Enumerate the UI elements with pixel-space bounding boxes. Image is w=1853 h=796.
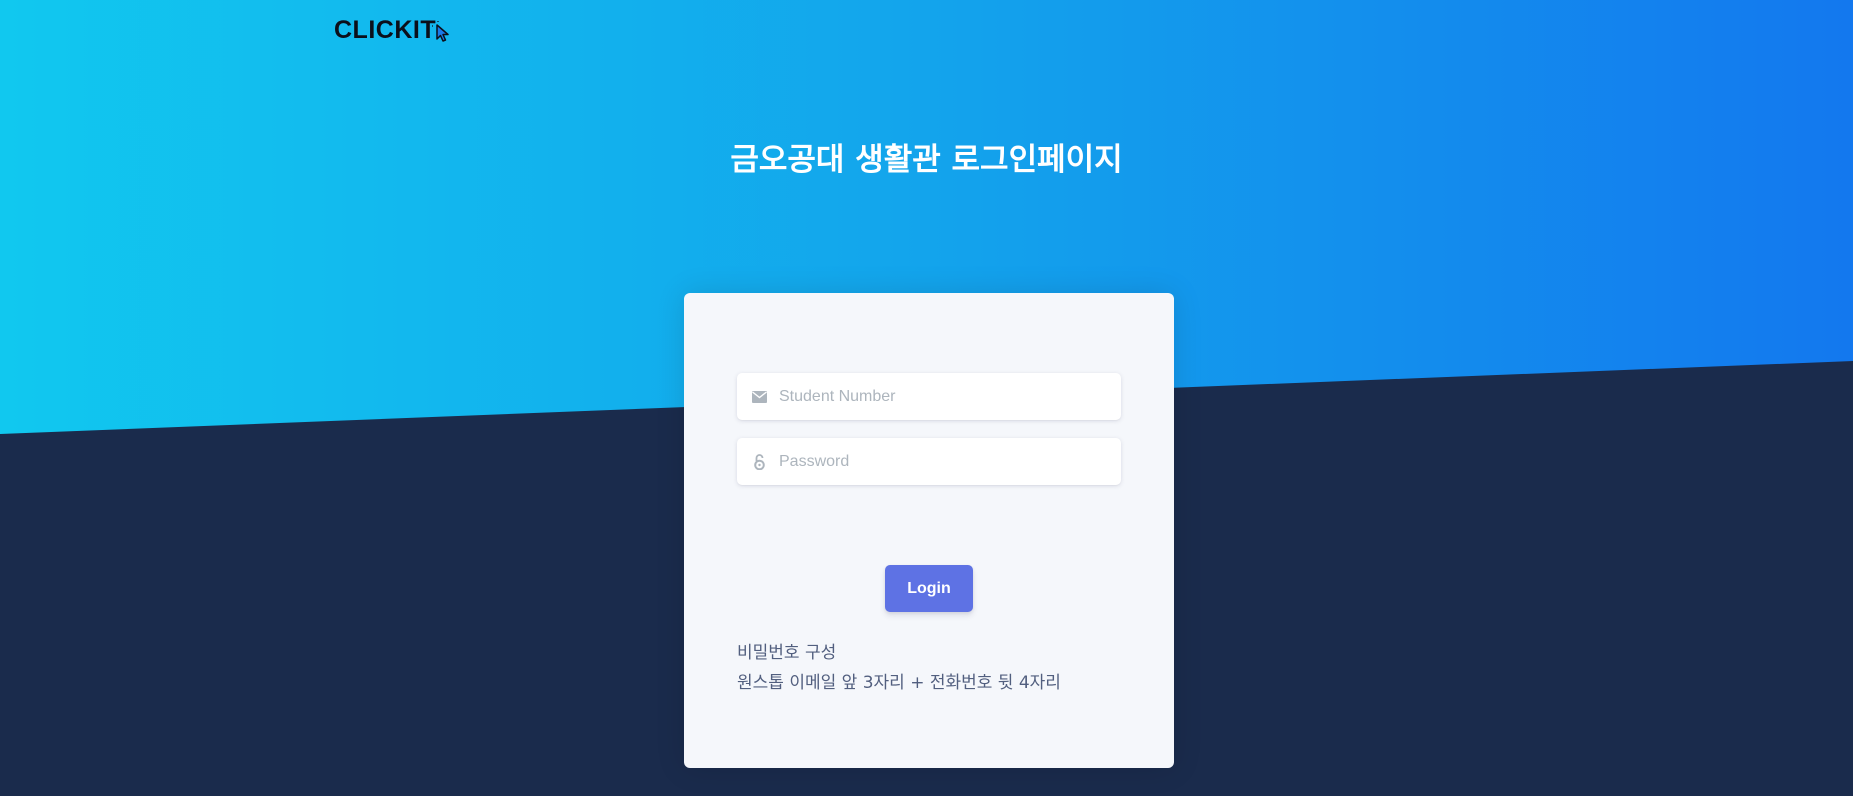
password-hint-title: 비밀번호 구성 xyxy=(737,643,837,663)
lock-open-icon xyxy=(750,453,768,471)
login-card: Login 비밀번호 구성 원스톱 이메일 앞 3자리 + 전화번호 뒷 4자리 xyxy=(684,293,1174,768)
student-number-input[interactable] xyxy=(779,376,1109,417)
envelope-icon xyxy=(750,388,768,406)
logo-text: CLICKIT xyxy=(334,15,437,44)
student-number-field[interactable] xyxy=(737,373,1121,420)
site-logo[interactable]: CLICKIT xyxy=(334,12,452,48)
password-hint-body: 원스톱 이메일 앞 3자리 + 전화번호 뒷 4자리 xyxy=(737,673,1061,693)
mouse-pointer-icon xyxy=(431,20,452,47)
password-hint: 비밀번호 구성 원스톱 이메일 앞 3자리 + 전화번호 뒷 4자리 xyxy=(737,638,1061,698)
page-title: 금오공대 생활관 로그인페이지 xyxy=(730,142,1123,178)
login-page: CLICKIT 금오공대 생활관 로그인페이지 Student Number L… xyxy=(0,0,1853,796)
password-field[interactable] xyxy=(737,438,1121,485)
login-button[interactable]: Login xyxy=(885,565,973,612)
password-input[interactable] xyxy=(779,441,1109,482)
